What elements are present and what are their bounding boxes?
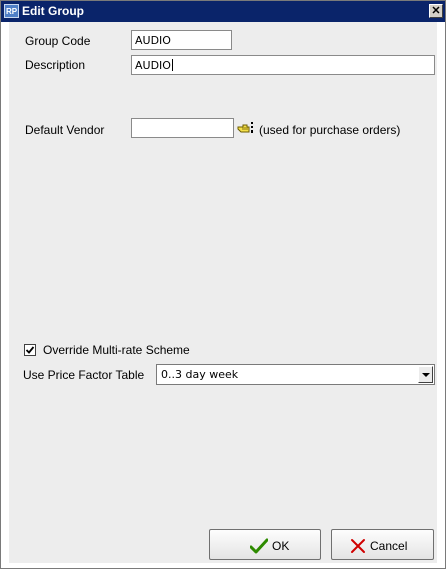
checkmark-icon: [250, 538, 268, 554]
pointing-hand-lookup-icon[interactable]: [237, 121, 255, 135]
default-vendor-input[interactable]: [131, 118, 234, 138]
cancel-button[interactable]: Cancel: [331, 529, 434, 560]
price-factor-select[interactable]: 0..3 day week: [156, 364, 435, 385]
text-caret: [171, 59, 173, 71]
group-code-input[interactable]: AUDIO: [131, 30, 232, 50]
description-label: Description: [25, 58, 86, 72]
override-multirate-label[interactable]: Override Multi-rate Scheme: [43, 343, 190, 357]
cancel-button-label: Cancel: [370, 539, 408, 553]
window-title: Edit Group: [22, 4, 84, 18]
group-code-value: AUDIO: [135, 34, 171, 47]
title-bar[interactable]: RP Edit Group ✕: [1, 1, 445, 22]
edit-group-window: RP Edit Group ✕ Group Code AUDIO Descrip…: [0, 0, 446, 569]
x-icon: [351, 539, 365, 553]
close-button[interactable]: ✕: [429, 4, 443, 18]
description-value: AUDIO: [135, 59, 171, 72]
ok-button-label: OK: [272, 539, 290, 553]
checkmark-glyph: [25, 346, 35, 354]
group-code-label: Group Code: [25, 34, 91, 48]
dropdown-arrow-icon[interactable]: [418, 366, 433, 383]
override-multirate-checkbox[interactable]: [24, 344, 36, 356]
price-factor-label: Use Price Factor Table: [23, 368, 145, 382]
app-icon: RP: [4, 4, 19, 18]
description-input[interactable]: AUDIO: [131, 55, 435, 75]
ok-button[interactable]: OK: [209, 529, 321, 560]
default-vendor-hint: (used for purchase orders): [259, 123, 401, 137]
default-vendor-label: Default Vendor: [25, 123, 105, 137]
price-factor-selected-value: 0..3 day week: [161, 368, 239, 381]
close-icon: ✕: [431, 5, 441, 17]
dialog-body: Group Code AUDIO Description AUDIO Defau…: [9, 22, 437, 563]
